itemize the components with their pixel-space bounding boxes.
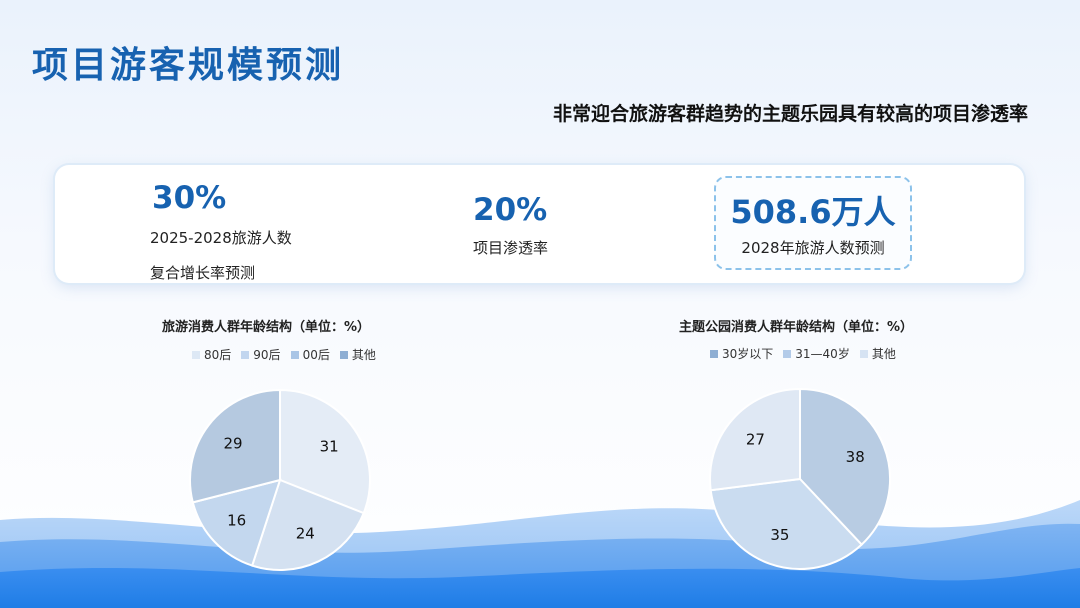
legend-swatch	[339, 350, 348, 359]
chart1-legend: 80后 90后 00后 其他	[192, 346, 376, 363]
stat-visitor-forecast: 508.6万人 2028年旅游人数预测	[714, 176, 912, 270]
legend-item-0: 30岁以下	[710, 345, 773, 362]
legend-swatch	[859, 349, 868, 358]
stat-label-line1: 2025-2028旅游人数	[150, 229, 292, 247]
stat-growth-rate: 30% 2025-2028旅游人数 复合增长率预测	[150, 183, 292, 284]
legend-swatch	[192, 350, 200, 359]
legend-item-0: 80后	[192, 346, 231, 363]
stat-value: 20%	[473, 192, 548, 228]
page-subtitle: 非常迎合旅游客群趋势的主题乐园具有较高的项目渗透率	[552, 103, 1028, 125]
legend-label: 其他	[351, 348, 376, 362]
legend-label: 00后	[302, 348, 330, 362]
stat-label-line2: 复合增长率预测	[150, 264, 256, 282]
legend-item-1: 90后	[241, 346, 281, 363]
legend-label: 30岁以下	[722, 347, 774, 361]
wave-background	[0, 500, 1080, 608]
legend-label: 31—40岁	[795, 347, 850, 361]
stat-label: 2028年旅游人数预测	[741, 239, 885, 257]
page-title: 项目游客规模预测	[32, 44, 345, 86]
stat-value: 508.6万人	[730, 193, 896, 231]
legend-item-2: 其他	[859, 345, 896, 362]
pie-data-label-0: 38	[846, 448, 865, 466]
legend-swatch	[290, 350, 299, 359]
chart2-pie: 38 35 27	[709, 387, 891, 570]
pie-data-label-1: 35	[770, 526, 789, 544]
stat-value: 30%	[152, 180, 227, 216]
stats-card: 30% 2025-2028旅游人数 复合增长率预测 20% 项目渗透率 508.…	[55, 165, 1024, 283]
chart1-pie: 31 24 16 29	[189, 388, 371, 571]
legend-swatch	[783, 349, 792, 358]
legend-item-2: 00后	[290, 346, 330, 363]
legend-item-1: 31—40岁	[783, 345, 850, 362]
legend-swatch	[710, 349, 718, 358]
legend-label: 80后	[204, 348, 232, 362]
legend-item-3: 其他	[339, 346, 376, 363]
pie-data-label-3: 29	[224, 435, 243, 453]
chart2-legend: 30岁以下 31—40岁 其他	[710, 345, 896, 362]
stat-label: 项目渗透率	[473, 239, 549, 257]
pie-data-label-2: 27	[746, 431, 765, 449]
chart1-title: 旅游消费人群年龄结构（单位：%）	[162, 320, 371, 335]
legend-swatch	[241, 350, 250, 359]
legend-label: 其他	[871, 347, 896, 361]
chart2-title: 主题公园消费人群年龄结构（单位：%）	[679, 320, 914, 335]
legend-label: 90后	[253, 348, 281, 362]
pie-data-label-0: 31	[320, 438, 339, 456]
pie-data-label-2: 16	[227, 512, 246, 530]
stat-penetration-rate: 20% 项目渗透率	[473, 195, 548, 259]
pie-data-label-1: 24	[296, 525, 315, 543]
